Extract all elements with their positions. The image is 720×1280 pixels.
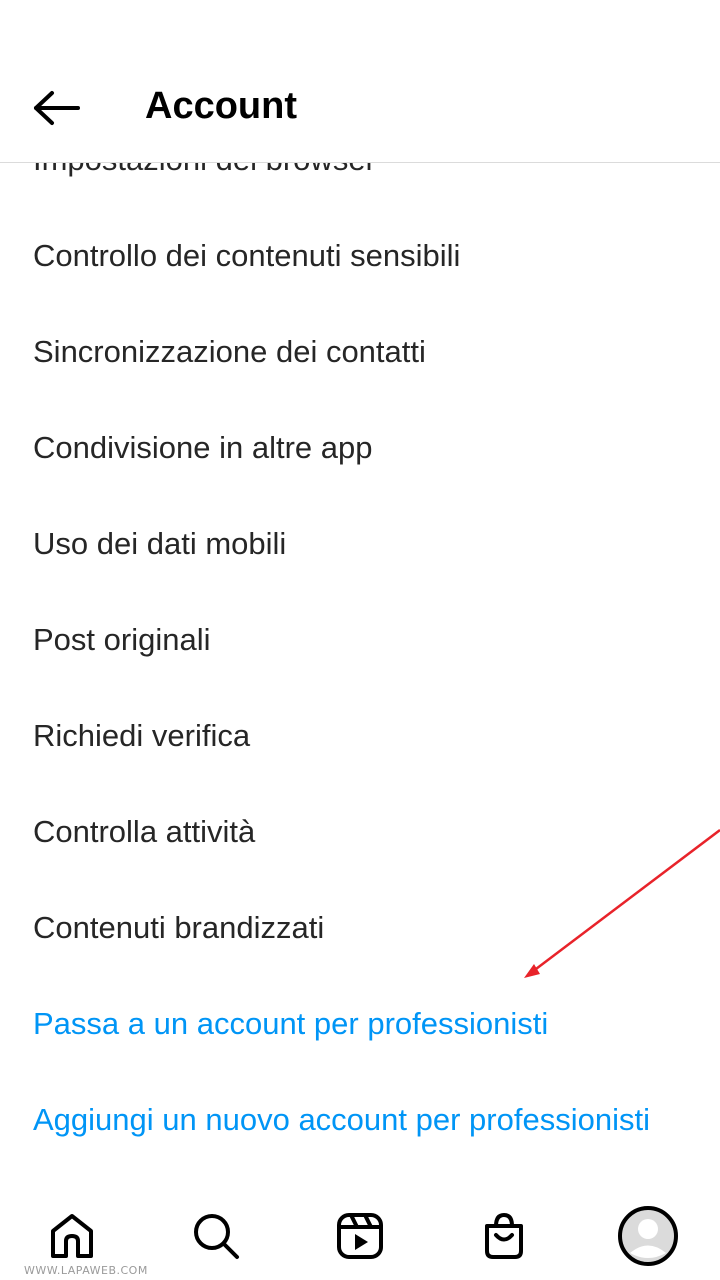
page-title: Account	[145, 85, 297, 127]
nav-reels-button[interactable]	[328, 1204, 392, 1268]
nav-home-button[interactable]	[40, 1204, 104, 1268]
watermark-text: WWW.LAPAWEB.COM	[24, 1264, 148, 1277]
menu-item-share-other-apps[interactable]: Condivisione in altre app	[0, 400, 720, 496]
arrow-left-icon	[34, 91, 80, 125]
switch-to-professional-link[interactable]: Passa a un account per professionisti	[0, 976, 720, 1072]
nav-profile-button[interactable]	[616, 1204, 680, 1268]
nav-shop-button[interactable]	[472, 1204, 536, 1268]
menu-item-request-verification[interactable]: Richiedi verifica	[0, 688, 720, 784]
profile-avatar	[618, 1206, 678, 1266]
menu-item-sensitive-content[interactable]: Controllo dei contenuti sensibili	[0, 208, 720, 304]
nav-search-button[interactable]	[184, 1204, 248, 1268]
add-professional-account-link[interactable]: Aggiungi un nuovo account per profession…	[0, 1072, 720, 1168]
menu-item-branded-content[interactable]: Contenuti brandizzati	[0, 880, 720, 976]
menu-item-original-posts[interactable]: Post originali	[0, 592, 720, 688]
back-button[interactable]	[26, 80, 86, 136]
search-icon	[194, 1214, 239, 1259]
reels-icon	[337, 1213, 383, 1259]
shop-icon	[485, 1212, 523, 1259]
menu-item-mobile-data[interactable]: Uso dei dati mobili	[0, 496, 720, 592]
header-bar: Account	[0, 0, 720, 163]
menu-item-contact-sync[interactable]: Sincronizzazione dei contatti	[0, 304, 720, 400]
home-icon	[51, 1214, 93, 1258]
menu-item-review-activity[interactable]: Controlla attività	[0, 784, 720, 880]
settings-list: Impostazioni del browser Controllo dei c…	[0, 112, 720, 1168]
